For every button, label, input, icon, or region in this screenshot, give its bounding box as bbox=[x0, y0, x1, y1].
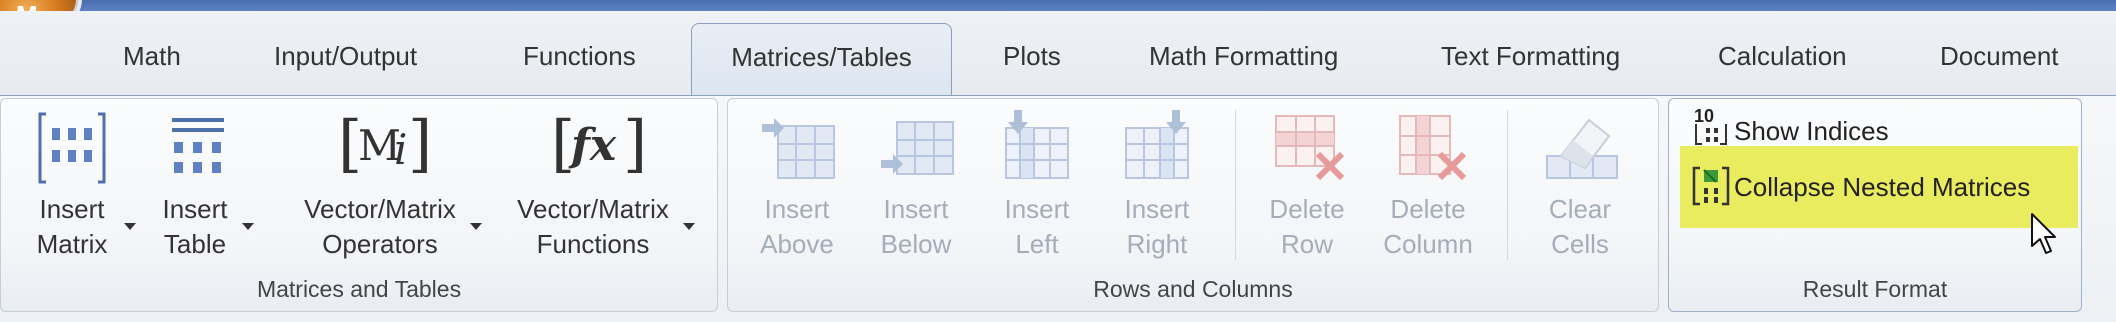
matrix-icon bbox=[38, 112, 106, 184]
insert-table-button[interactable]: Insert Table bbox=[150, 106, 254, 266]
delete-row-icon bbox=[1275, 115, 1345, 181]
group-label-result-format: Result Format bbox=[1802, 276, 1948, 302]
delete-row-button[interactable]: Delete Row bbox=[1262, 110, 1352, 270]
clear-cells-label-1: Clear bbox=[1548, 194, 1612, 224]
clear-cells-icon bbox=[1546, 118, 1618, 179]
operators-label-2: Operators bbox=[322, 229, 438, 259]
insert-left-label-2: Left bbox=[1015, 229, 1059, 259]
insert-right-label-2: Right bbox=[1126, 229, 1188, 259]
chevron-down-icon bbox=[242, 223, 254, 230]
insert-matrix-button[interactable]: Insert Matrix bbox=[22, 106, 136, 266]
table-icon bbox=[172, 118, 224, 173]
insert-above-icon bbox=[762, 118, 835, 179]
delete-column-label-1: Delete bbox=[1390, 194, 1466, 224]
title-bar-strip bbox=[0, 0, 2116, 11]
clear-cells-label-2: Cells bbox=[1551, 229, 1609, 259]
insert-right-button[interactable]: Insert Right bbox=[1112, 110, 1202, 270]
tab-plots[interactable]: Plots bbox=[1003, 41, 1061, 72]
chevron-down-icon bbox=[470, 223, 482, 230]
insert-right-label-1: Insert bbox=[1124, 194, 1190, 224]
tab-matrices-tables[interactable]: Matrices/Tables bbox=[691, 23, 952, 95]
vector-matrix-operators-button[interactable]: [ M i ] Vector/Matrix Operators bbox=[290, 106, 482, 266]
operators-icon: [ M i ] bbox=[338, 107, 433, 180]
insert-left-label-1: Insert bbox=[1004, 194, 1070, 224]
chevron-down-icon bbox=[124, 223, 136, 230]
insert-above-label-2: Above bbox=[760, 229, 834, 259]
insert-table-label-2: Table bbox=[163, 229, 227, 259]
tab-calculation[interactable]: Calculation bbox=[1718, 41, 1847, 72]
delete-row-label-1: Delete bbox=[1269, 194, 1345, 224]
insert-table-label-1: Insert bbox=[162, 194, 228, 224]
group-label-matrices-and-tables: Matrices and Tables bbox=[256, 276, 462, 302]
tab-document[interactable]: Document bbox=[1940, 41, 2059, 72]
operators-label-1: Vector/Matrix bbox=[304, 194, 456, 224]
show-indices-icon: 10 bbox=[1692, 106, 1730, 148]
delete-column-icon bbox=[1399, 115, 1467, 181]
insert-matrix-label-2: Matrix bbox=[36, 229, 108, 259]
clear-cells-button[interactable]: Clear Cells bbox=[1535, 110, 1625, 270]
insert-right-icon bbox=[1125, 110, 1189, 179]
insert-matrix-label-1: Insert bbox=[39, 194, 105, 224]
vector-matrix-functions-button[interactable]: [ fx ] Vector/Matrix Functions bbox=[503, 106, 695, 266]
insert-below-label-2: Below bbox=[880, 229, 952, 259]
collapse-nested-matrices-label: Collapse Nested Matrices bbox=[1734, 172, 2031, 202]
tab-input-output[interactable]: Input/Output bbox=[274, 41, 417, 72]
collapse-nested-matrices-button[interactable]: Collapse Nested Matrices bbox=[1692, 166, 2052, 210]
insert-above-button[interactable]: Insert Above bbox=[752, 110, 842, 270]
collapse-nested-icon bbox=[1692, 166, 1730, 206]
tab-functions[interactable]: Functions bbox=[523, 41, 636, 72]
tab-text-formatting[interactable]: Text Formatting bbox=[1441, 41, 1620, 72]
tab-math-formatting[interactable]: Math Formatting bbox=[1149, 41, 1338, 72]
functions-label-2: Functions bbox=[536, 229, 650, 259]
insert-left-icon bbox=[1005, 110, 1069, 179]
separator bbox=[1507, 110, 1508, 260]
insert-below-button[interactable]: Insert Below bbox=[871, 110, 961, 270]
delete-column-button[interactable]: Delete Column bbox=[1378, 110, 1478, 270]
insert-below-label-1: Insert bbox=[883, 194, 949, 224]
show-indices-label: Show Indices bbox=[1734, 116, 1889, 146]
mouse-cursor-icon bbox=[2031, 213, 2056, 254]
separator bbox=[1235, 110, 1236, 260]
functions-label-1: Vector/Matrix bbox=[517, 194, 669, 224]
functions-icon: [ fx ] bbox=[551, 107, 648, 180]
group-label-rows-and-columns: Rows and Columns bbox=[1093, 276, 1293, 302]
ribbon-tab-bar: Math Input/Output Functions Matrices/Tab… bbox=[0, 11, 2116, 95]
insert-below-icon bbox=[881, 121, 954, 175]
delete-column-label-2: Column bbox=[1383, 229, 1473, 259]
delete-row-label-2: Row bbox=[1280, 229, 1333, 259]
tab-math[interactable]: Math bbox=[123, 41, 181, 72]
insert-left-button[interactable]: Insert Left bbox=[992, 110, 1082, 270]
insert-above-label-1: Insert bbox=[764, 194, 830, 224]
chevron-down-icon bbox=[683, 223, 695, 230]
